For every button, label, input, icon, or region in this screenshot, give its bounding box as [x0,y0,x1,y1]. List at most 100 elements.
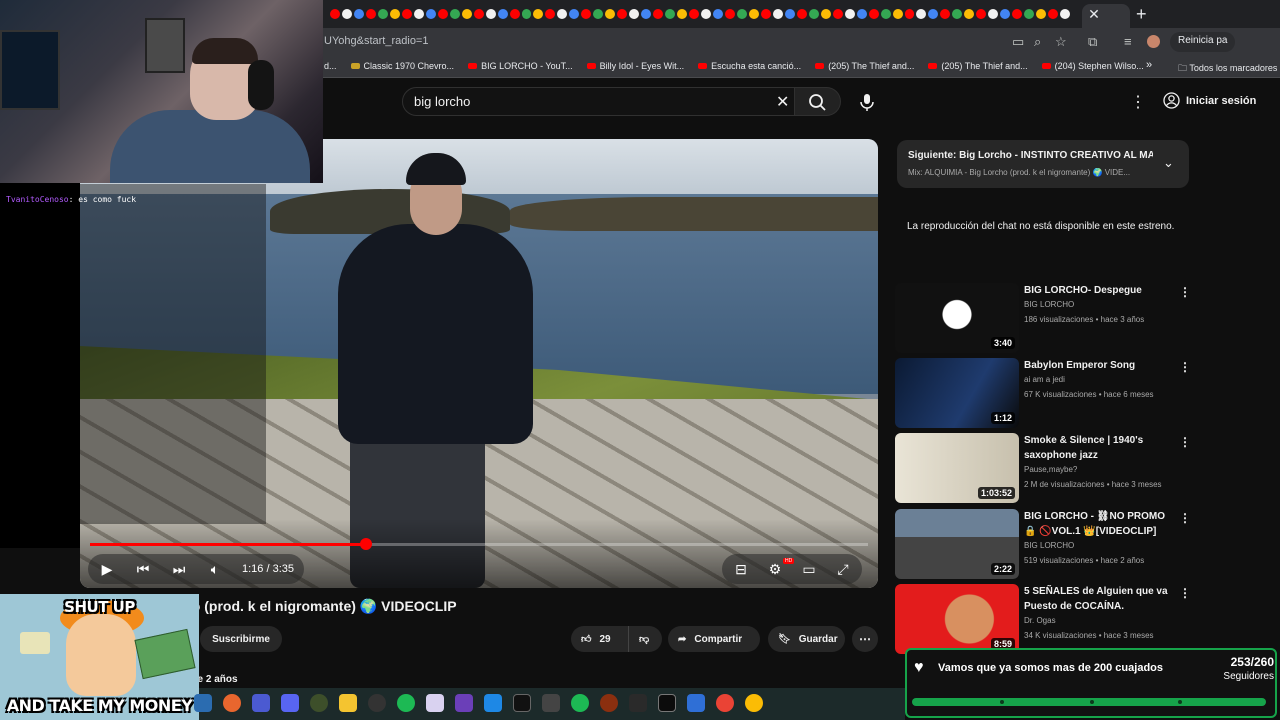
tab-favicon-icon[interactable] [677,9,688,19]
tab-favicon-icon[interactable] [473,9,484,19]
tab-favicon-icon[interactable] [605,9,616,19]
bookmark-item[interactable]: d... [324,61,337,71]
tab-favicon-icon[interactable] [904,9,915,19]
tab-favicon-icon[interactable] [497,9,508,19]
tab-favicons[interactable] [330,7,1070,21]
like-button[interactable]: 👍︎ 29 [571,626,629,652]
tab-favicon-icon[interactable] [1024,9,1035,19]
clear-search-icon[interactable]: ✕ [776,92,789,112]
tab-favicon-icon[interactable] [724,9,735,19]
new-tab-icon[interactable]: + [1136,4,1147,25]
pen-icon[interactable] [629,694,647,712]
tab-favicon-icon[interactable] [1048,9,1059,19]
extensions-icon[interactable]: ⧉ [1088,34,1097,50]
up-next-panel[interactable] [897,140,1189,188]
tab-favicon-icon[interactable] [461,9,472,19]
tab-favicon-icon[interactable] [772,9,783,19]
url-text[interactable]: UYohg&start_radio=1 [324,35,428,47]
bookmark-item[interactable]: (205) The Thief and... [815,61,914,71]
app-icon[interactable] [194,694,212,712]
tab-favicon-icon[interactable] [341,9,352,19]
kebab-menu-icon[interactable]: ⋮ [1179,586,1191,600]
video-player[interactable]: ▶ ⏮ ⏭ 🔈︎ 1:16 / 3:35 ⊟ ⚙ ▭ ⤢ [80,139,878,588]
tab-favicon-icon[interactable] [353,9,364,19]
chrome-icon[interactable] [716,694,734,712]
tab-favicon-icon[interactable] [856,9,867,19]
xbox-icon[interactable] [310,694,328,712]
recommendation-title[interactable]: BIG LORCHO- Despegue [1024,283,1174,298]
recommendation-thumbnail[interactable]: 2:22 [895,509,1019,579]
tab-favicon-icon[interactable] [940,9,951,19]
tab-favicon-icon[interactable] [533,9,544,19]
tab-favicon-icon[interactable] [964,9,975,19]
tab-favicon-icon[interactable] [377,9,388,19]
tab-favicon-icon[interactable] [665,9,676,19]
kebab-menu-icon[interactable]: ⋮ [1179,285,1191,299]
recommendation-thumbnail[interactable]: 3:40 [895,283,1019,353]
recommendation-item[interactable]: 1:12 Babylon Emperor Song ai am a jedi 67 K… [895,358,1195,428]
tab-favicon-icon[interactable] [976,9,987,19]
terminal-icon[interactable] [658,694,676,712]
reading-list-icon[interactable]: ≡ [1124,34,1132,49]
tab-favicon-icon[interactable] [509,9,520,19]
bookmark-star-icon[interactable]: ☆ [1055,34,1067,50]
more-actions-icon[interactable]: ⋯ [852,626,878,652]
tab-favicon-icon[interactable] [748,9,759,19]
install-app-icon[interactable]: ▭ [1012,34,1024,50]
zoom-icon[interactable]: ⌕ [1034,34,1041,50]
recommendation-item[interactable]: 3:40 BIG LORCHO- Despegue BIG LORCHO 186 vi… [895,283,1195,353]
notepad-icon[interactable] [687,694,705,712]
search-query[interactable]: big lorcho [414,94,470,109]
tab-favicon-icon[interactable] [641,9,652,19]
channel-name[interactable]: Pause,maybe? [1024,465,1077,474]
tab-favicon-icon[interactable] [808,9,819,19]
fullscreen-icon[interactable]: ⤢ [834,561,852,578]
app-icon[interactable] [513,694,531,712]
vscode-icon[interactable] [484,694,502,712]
profile-avatar-icon[interactable] [1147,35,1160,48]
tab-favicon-icon[interactable] [713,9,723,19]
tab-favicon-icon[interactable] [1036,9,1047,19]
share-button[interactable]: ➦ Compartir [668,626,760,652]
tab-favicon-icon[interactable] [760,9,771,19]
tab-favicon-icon[interactable] [1000,9,1011,19]
recommendation-thumbnail[interactable]: 1:03:52 [895,433,1019,503]
visual-studio-icon[interactable] [455,694,473,712]
tab-favicon-icon[interactable] [820,9,831,19]
channel-name[interactable]: Dr. Ogas [1024,616,1056,625]
tab-favicon-icon[interactable] [1060,9,1070,19]
chevron-down-icon[interactable]: ⌄ [1163,155,1174,171]
app-icon[interactable] [397,694,415,712]
next-icon[interactable]: ⏭ [170,561,188,578]
tab-favicon-icon[interactable] [389,9,400,19]
tab-favicon-icon[interactable] [629,9,640,19]
spotify-icon[interactable] [571,694,589,712]
recommendation-item[interactable]: 8:59 5 SEÑALES de Alguien que va Puesto d… [895,584,1195,654]
recommendation-title[interactable]: 5 SEÑALES de Alguien que va Puesto de CO… [1024,584,1174,614]
tab-favicon-icon[interactable] [701,9,711,19]
recommendation-item[interactable]: 2:22 BIG LORCHO - ⛓NO PROMO 🔒 🚫VOL.1 👑[VI… [895,509,1195,579]
tab-favicon-icon[interactable] [593,9,604,19]
search-button[interactable] [795,87,841,116]
tab-favicon-icon[interactable] [916,9,927,19]
tab-favicon-icon[interactable] [569,9,580,19]
theater-mode-icon[interactable]: ▭ [800,561,818,578]
unity-icon[interactable] [542,694,560,712]
bookmark-item[interactable]: BIG LORCHO - YouT... [468,61,573,71]
tab-favicon-icon[interactable] [437,9,448,19]
bookmarks-more-icon[interactable]: » [1146,59,1152,71]
bookmark-item[interactable]: (204) Stephen Wilso... [1041,61,1144,71]
tab-favicon-icon[interactable] [330,9,340,19]
subtitles-icon[interactable]: ⊟ [732,561,750,578]
bookmark-item[interactable]: Billy Idol - Eyes Wit... [586,61,684,71]
all-bookmarks-link[interactable]: 🗀 Todos los marcadores [1178,61,1277,77]
volume-icon[interactable]: 🔈︎ [206,561,224,578]
recommendation-title[interactable]: Babylon Emperor Song [1024,358,1174,373]
channel-name[interactable]: BIG LORCHO [1024,300,1074,309]
relaunch-button[interactable]: Reinicia pa [1170,32,1236,52]
tab-favicon-icon[interactable] [880,9,891,19]
recommendation-thumbnail[interactable]: 8:59 [895,584,1019,654]
tab-favicon-icon[interactable] [653,9,664,19]
tab-favicon-icon[interactable] [952,9,963,19]
tab-favicon-icon[interactable] [988,9,999,19]
